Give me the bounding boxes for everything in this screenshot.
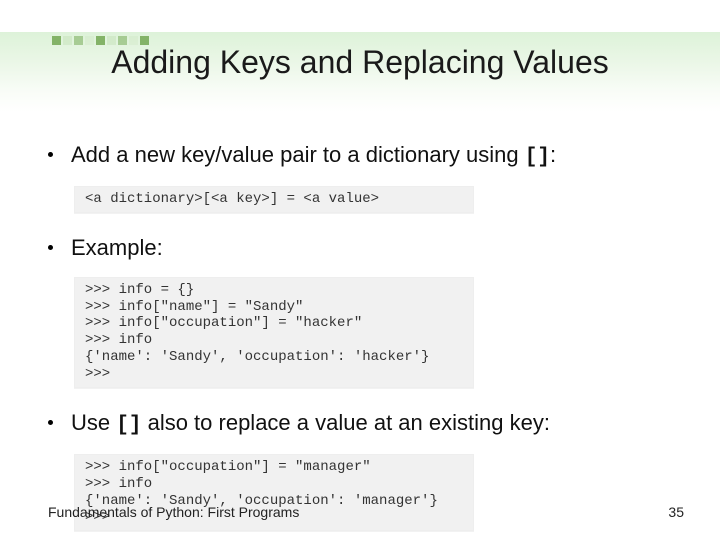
slide: Adding Keys and Replacing Values Add a n… — [0, 0, 720, 540]
slide-body: Add a new key/value pair to a dictionary… — [48, 140, 672, 540]
footer-page-number: 35 — [668, 504, 684, 520]
bullet-item: Example: — [48, 233, 672, 263]
bullet-item: Use [] also to replace a value at an exi… — [48, 408, 672, 440]
slide-title: Adding Keys and Replacing Values — [0, 44, 720, 81]
bullet-dot-icon — [48, 245, 53, 250]
bullet-dot-icon — [48, 152, 53, 157]
code-block-example-1: >>> info = {} >>> info["name"] = "Sandy"… — [74, 277, 474, 388]
footer-left: Fundamentals of Python: First Programs — [48, 504, 299, 520]
bullet-text: Example: — [71, 233, 163, 263]
bullet-mono: [] — [525, 146, 550, 169]
bullet-dot-icon — [48, 420, 53, 425]
bullet-pre: Use — [71, 410, 116, 435]
slide-footer: Fundamentals of Python: First Programs 3… — [48, 504, 684, 520]
bullet-post: : — [550, 142, 556, 167]
bullet-pre: Example: — [71, 235, 163, 260]
bullet-item: Add a new key/value pair to a dictionary… — [48, 140, 672, 172]
bullet-text: Add a new key/value pair to a dictionary… — [71, 140, 556, 172]
code-block-syntax: <a dictionary>[<a key>] = <a value> — [74, 186, 474, 213]
bullet-text: Use [] also to replace a value at an exi… — [71, 408, 550, 440]
bullet-mono: [] — [116, 414, 141, 437]
bullet-pre: Add a new key/value pair to a dictionary… — [71, 142, 525, 167]
bullet-post: also to replace a value at an existing k… — [141, 410, 549, 435]
